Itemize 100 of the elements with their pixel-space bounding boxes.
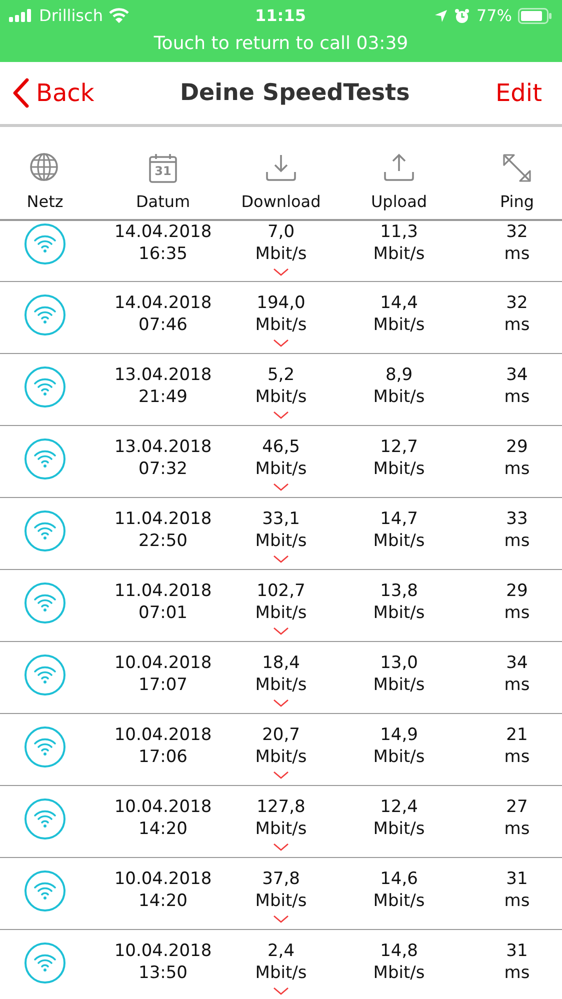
ping-unit: ms: [504, 962, 530, 984]
result-row[interactable]: 11.04.2018 22:50 33,1 Mbit/s 14,7 Mbit/s 33 ms: [0, 498, 562, 570]
download-icon: [265, 152, 297, 184]
chevron-left-icon: [12, 78, 30, 108]
upload-value: 14,8: [380, 940, 418, 962]
test-date: 10.04.2018: [114, 652, 212, 674]
result-row[interactable]: 10.04.2018 14:20 127,8 Mbit/s 12,4 Mbit/s 27 ms: [0, 786, 562, 858]
edit-button[interactable]: Edit: [496, 79, 542, 107]
ping-unit: ms: [504, 602, 530, 624]
column-header: Download: [241, 192, 321, 211]
test-time: 17:06: [138, 746, 188, 768]
upload-unit: Mbit/s: [373, 602, 425, 624]
download-unit: Mbit/s: [255, 674, 307, 696]
test-date: 13.04.2018: [114, 436, 212, 458]
test-date: 13.04.2018: [114, 364, 212, 386]
clock-time: 11:15: [255, 6, 306, 25]
result-row[interactable]: 10.04.2018 17:07 18,4 Mbit/s 13,0 Mbit/s 34 ms: [0, 642, 562, 714]
upload-unit: Mbit/s: [373, 530, 425, 552]
test-time: 17:07: [138, 674, 188, 696]
ping-unit: ms: [504, 674, 530, 696]
chevron-down-icon: [273, 699, 289, 707]
test-date: 14.04.2018: [114, 221, 212, 243]
download-value: 18,4: [262, 652, 300, 674]
upload-unit: Mbit/s: [373, 674, 425, 696]
download-value: 5,2: [267, 364, 295, 386]
result-row[interactable]: 11.04.2018 07:01 102,7 Mbit/s 13,8 Mbit/s 29 ms: [0, 570, 562, 642]
download-unit: Mbit/s: [255, 243, 307, 265]
upload-value: 13,8: [380, 580, 418, 602]
result-row[interactable]: 10.04.2018 14:20 37,8 Mbit/s 14,6 Mbit/s 31 ms: [0, 858, 562, 930]
ping-value: 29: [506, 580, 528, 602]
ping-unit: ms: [504, 530, 530, 552]
ping-unit: ms: [504, 386, 530, 408]
ping-unit: ms: [504, 458, 530, 480]
test-date: 11.04.2018: [114, 508, 212, 530]
test-date: 14.04.2018: [114, 292, 212, 314]
ping-value: 31: [506, 940, 528, 962]
page-title: Deine SpeedTests: [180, 80, 410, 106]
ping-unit: ms: [504, 243, 530, 265]
download-value: 20,7: [262, 724, 300, 746]
ping-value: 32: [506, 292, 528, 314]
column-header: Netz: [26, 192, 64, 211]
result-row[interactable]: 10.04.2018 13:50 2,4 Mbit/s 14,8 Mbit/s 31 ms: [0, 930, 562, 999]
wifi-circle-icon: [24, 654, 66, 696]
test-time: 14:20: [138, 890, 188, 912]
upload-unit: Mbit/s: [373, 818, 425, 840]
test-time: 14:20: [138, 818, 188, 840]
upload-unit: Mbit/s: [373, 962, 425, 984]
ping-unit: ms: [504, 890, 530, 912]
carrier-name: Drillisch: [39, 6, 103, 25]
chevron-down-icon: [273, 411, 289, 419]
result-row[interactable]: 10.04.2018 17:06 20,7 Mbit/s 14,9 Mbit/s 21 ms: [0, 714, 562, 786]
download-value: 33,1: [262, 508, 300, 530]
test-date: 10.04.2018: [114, 868, 212, 890]
download-unit: Mbit/s: [255, 602, 307, 624]
chevron-down-icon: [273, 915, 289, 923]
column-header: Ping: [500, 192, 534, 211]
upload-unit: Mbit/s: [373, 243, 425, 265]
ping-value: 21: [506, 724, 528, 746]
chevron-down-icon: [273, 627, 289, 635]
globe-icon: [29, 152, 61, 184]
download-unit: Mbit/s: [255, 890, 307, 912]
test-time: 16:35: [138, 243, 188, 265]
test-time: 07:32: [138, 458, 188, 480]
upload-unit: Mbit/s: [373, 890, 425, 912]
battery-icon: [518, 8, 552, 24]
wifi-icon: [108, 8, 129, 23]
upload-unit: Mbit/s: [373, 746, 425, 768]
result-row[interactable]: 14.04.2018 07:46 194,0 Mbit/s 14,4 Mbit/s 32 ms: [0, 282, 562, 354]
download-value: 37,8: [262, 868, 300, 890]
wifi-circle-icon: [24, 798, 66, 840]
signal-icon: [9, 9, 33, 22]
upload-value: 13,0: [380, 652, 418, 674]
result-row[interactable]: 13.04.2018 21:49 5,2 Mbit/s 8,9 Mbit/s 34 ms: [0, 354, 562, 426]
result-row[interactable]: 14.04.2018 16:35 7,0 Mbit/s 11,3 Mbit/s 32 ms: [0, 221, 562, 282]
download-value: 102,7: [256, 580, 306, 602]
result-row[interactable]: 13.04.2018 07:32 46,5 Mbit/s 12,7 Mbit/s 29 ms: [0, 426, 562, 498]
column-header: Upload: [370, 192, 428, 211]
download-value: 127,8: [256, 796, 306, 818]
upload-value: 14,7: [380, 508, 418, 530]
download-value: 7,0: [267, 221, 295, 243]
download-value: 194,0: [256, 292, 306, 314]
ping-value: 34: [506, 652, 528, 674]
call-banner-text: Touch to return to call 03:39: [154, 32, 408, 56]
ping-value: 32: [506, 221, 528, 243]
upload-value: 14,6: [380, 868, 418, 890]
test-time: 13:50: [138, 962, 188, 984]
test-date: 11.04.2018: [114, 580, 212, 602]
test-time: 21:49: [138, 386, 188, 408]
test-date: 10.04.2018: [114, 724, 212, 746]
chevron-down-icon: [273, 339, 289, 347]
download-unit: Mbit/s: [255, 746, 307, 768]
wifi-circle-icon: [24, 366, 66, 408]
download-unit: Mbit/s: [255, 458, 307, 480]
chevron-down-icon: [273, 987, 289, 995]
back-button[interactable]: Back: [12, 78, 94, 108]
download-value: 46,5: [262, 436, 300, 458]
test-time: 07:01: [138, 602, 188, 624]
location-arrow-icon: [434, 8, 448, 22]
download-unit: Mbit/s: [255, 386, 307, 408]
chevron-down-icon: [273, 843, 289, 851]
